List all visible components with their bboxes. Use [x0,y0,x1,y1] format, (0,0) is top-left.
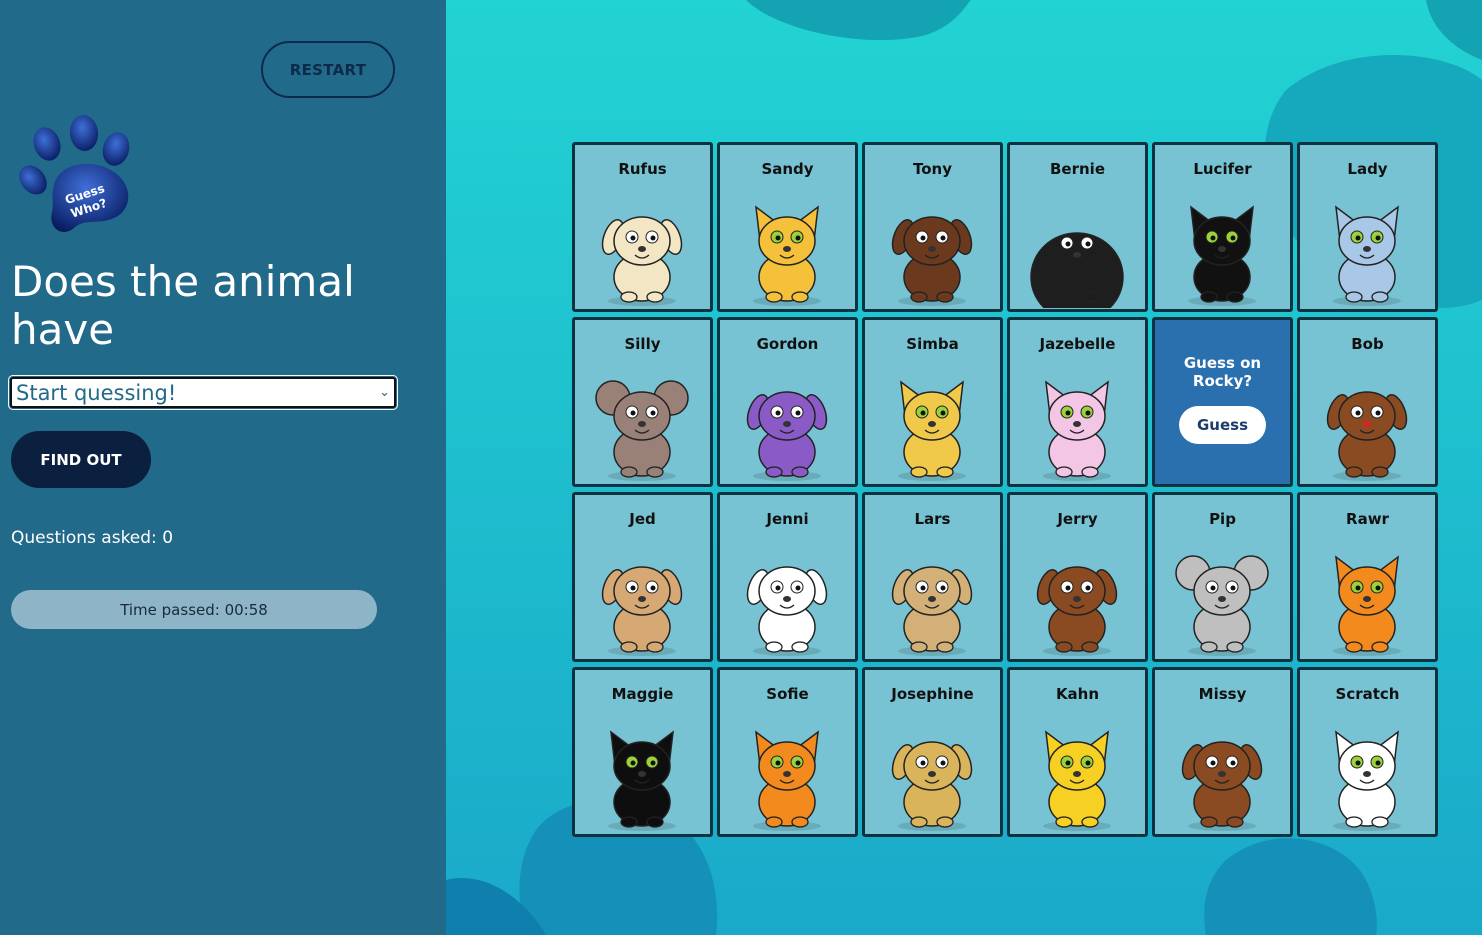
question-select[interactable]: Start quessing! ⌄ [8,375,398,410]
animal-card[interactable]: Tony [862,142,1003,312]
animal-name: Missy [1198,685,1247,703]
animal-name: Silly [624,335,661,353]
animal-card[interactable]: Josephine [862,667,1003,837]
orange-tiger-icon [1333,555,1401,656]
black-cat-icon [608,730,676,831]
blue-kitten-icon [1333,205,1401,306]
guess-prompt: Guess on Rocky? [1183,354,1262,390]
animal-name: Maggie [611,685,674,703]
animal-card[interactable]: Pip [1152,492,1293,662]
spotted-cat-icon [1043,730,1111,831]
animal-card[interactable]: Sandy [717,142,858,312]
black-sheep-icon [1030,232,1124,308]
mouse-icon [595,380,689,481]
tuxedo-cat-icon [1188,205,1256,306]
animal-name: Scratch [1335,685,1400,703]
animal-name: Rufus [618,160,667,178]
animal-name: Jerry [1057,510,1098,528]
brown-puppy-icon [1036,566,1118,656]
animal-card[interactable]: Scratch [1297,667,1438,837]
animal-name: Bob [1351,335,1384,353]
animal-name: Kahn [1055,685,1100,703]
animal-name: Rawr [1346,510,1389,528]
purple-dog-icon [746,391,828,481]
animal-card[interactable]: Jerry [1007,492,1148,662]
animal-card[interactable]: Maggie [572,667,713,837]
guess-who-paw-logo: Guess Who? [19,115,130,233]
animal-card[interactable]: Sofie [717,667,858,837]
animal-card[interactable]: Bernie [1007,142,1148,312]
animal-card[interactable]: Simba [862,317,1003,487]
animal-card[interactable]: Jed [572,492,713,662]
yellow-dog-icon [891,741,973,831]
tan-puppy-icon [891,566,973,656]
animal-name: Gordon [756,335,819,353]
animal-name: Jenni [766,510,809,528]
animal-card[interactable]: Rawr [1297,492,1438,662]
animal-name: Jed [629,510,656,528]
animal-card[interactable]: Silly [572,317,713,487]
animal-card[interactable]: Jenni [717,492,858,662]
animal-card[interactable]: Bob [1297,317,1438,487]
animal-card[interactable]: Rufus [572,142,713,312]
animal-card[interactable]: Gordon [717,317,858,487]
question-select-value: Start quessing! [16,380,177,405]
time-passed-display: Time passed: 00:58 [11,590,377,629]
pink-unicorn-cat-icon [1043,380,1111,481]
sidebar: RESTART Guess Who? Does the animal have … [0,0,446,935]
animal-name: Sandy [761,160,814,178]
animal-name: Lady [1347,160,1388,178]
animal-name: Lars [914,510,951,528]
pug-dog-icon [601,216,683,306]
brown-hedgehog-icon [1181,741,1263,831]
guess-card: Guess on Rocky? Guess [1152,317,1293,487]
animal-card[interactable]: Jazebelle [1007,317,1148,487]
animal-name: Lucifer [1193,160,1252,178]
white-dog-icon [746,566,828,656]
animal-name: Pip [1209,510,1236,528]
animal-name: Tony [912,160,952,178]
questions-asked-counter: Questions asked: 0 [11,528,174,548]
animal-card[interactable]: Lucifer [1152,142,1293,312]
animal-card[interactable]: Lady [1297,142,1438,312]
animal-card[interactable]: Missy [1152,667,1293,837]
grey-mouse-icon [1175,555,1269,656]
find-out-button[interactable]: FIND OUT [11,431,151,488]
leopard-cub-icon [898,380,966,481]
white-cat-icon [1333,730,1401,831]
animal-name: Sofie [766,685,809,703]
animal-card[interactable]: Lars [862,492,1003,662]
animal-name: Josephine [891,685,974,703]
animal-name: Simba [906,335,959,353]
animal-card[interactable]: Kahn [1007,667,1148,837]
question-title: Does the animal have [11,257,355,354]
chihuahua-icon [891,216,973,306]
animal-name: Jazebelle [1039,335,1116,353]
orange-cat-icon [753,730,821,831]
brown-dog-glasses-icon [1326,391,1408,481]
animal-grid: Rufus Sandy Tony Bernie Lucifer Lady Silly Gord… [572,142,1438,837]
animal-name: Bernie [1050,160,1105,178]
tan-dog-icon [601,566,683,656]
restart-button[interactable]: RESTART [261,41,395,98]
guess-button[interactable]: Guess [1179,406,1266,444]
yellow-cat-icon [753,205,821,306]
chevron-down-icon: ⌄ [379,385,390,400]
